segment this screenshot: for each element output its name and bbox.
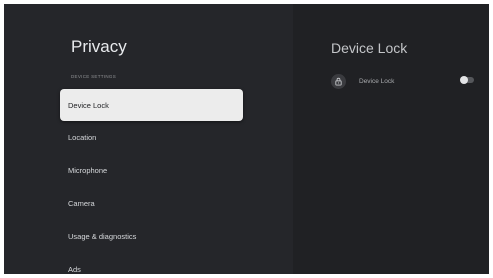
tv-screen: Privacy DEVICE SETTINGS Device Lock Loca…: [4, 4, 489, 274]
menu-item-label: Usage & diagnostics: [68, 231, 137, 241]
menu-item-label: Microphone: [68, 165, 108, 175]
toggle-knob: [460, 76, 468, 84]
menu-item-location[interactable]: Location: [60, 122, 240, 152]
menu-item-label: Ads: [68, 264, 81, 274]
menu-item-label: Location: [68, 132, 97, 142]
device-lock-toggle[interactable]: [460, 76, 474, 84]
lock-icon: [331, 73, 346, 89]
menu-item-label: Camera: [68, 198, 95, 208]
privacy-menu-pane: Privacy DEVICE SETTINGS Device Lock Loca…: [4, 4, 293, 274]
menu-item-camera[interactable]: Camera: [60, 188, 240, 218]
device-lock-option[interactable]: Device Lock: [331, 72, 481, 90]
detail-title: Device Lock: [331, 40, 408, 56]
page-title: Privacy: [71, 37, 127, 56]
menu-item-label: Device Lock: [68, 100, 109, 110]
device-lock-option-label: Device Lock: [359, 77, 395, 85]
menu-item-microphone[interactable]: Microphone: [60, 155, 240, 185]
menu-item-usage-diagnostics[interactable]: Usage & diagnostics: [60, 221, 240, 251]
detail-pane: Device Lock Device Lock: [293, 4, 489, 274]
section-label: DEVICE SETTINGS: [71, 74, 117, 79]
menu-item-device-lock[interactable]: Device Lock: [60, 89, 243, 121]
menu-item-ads[interactable]: Ads: [60, 254, 240, 274]
